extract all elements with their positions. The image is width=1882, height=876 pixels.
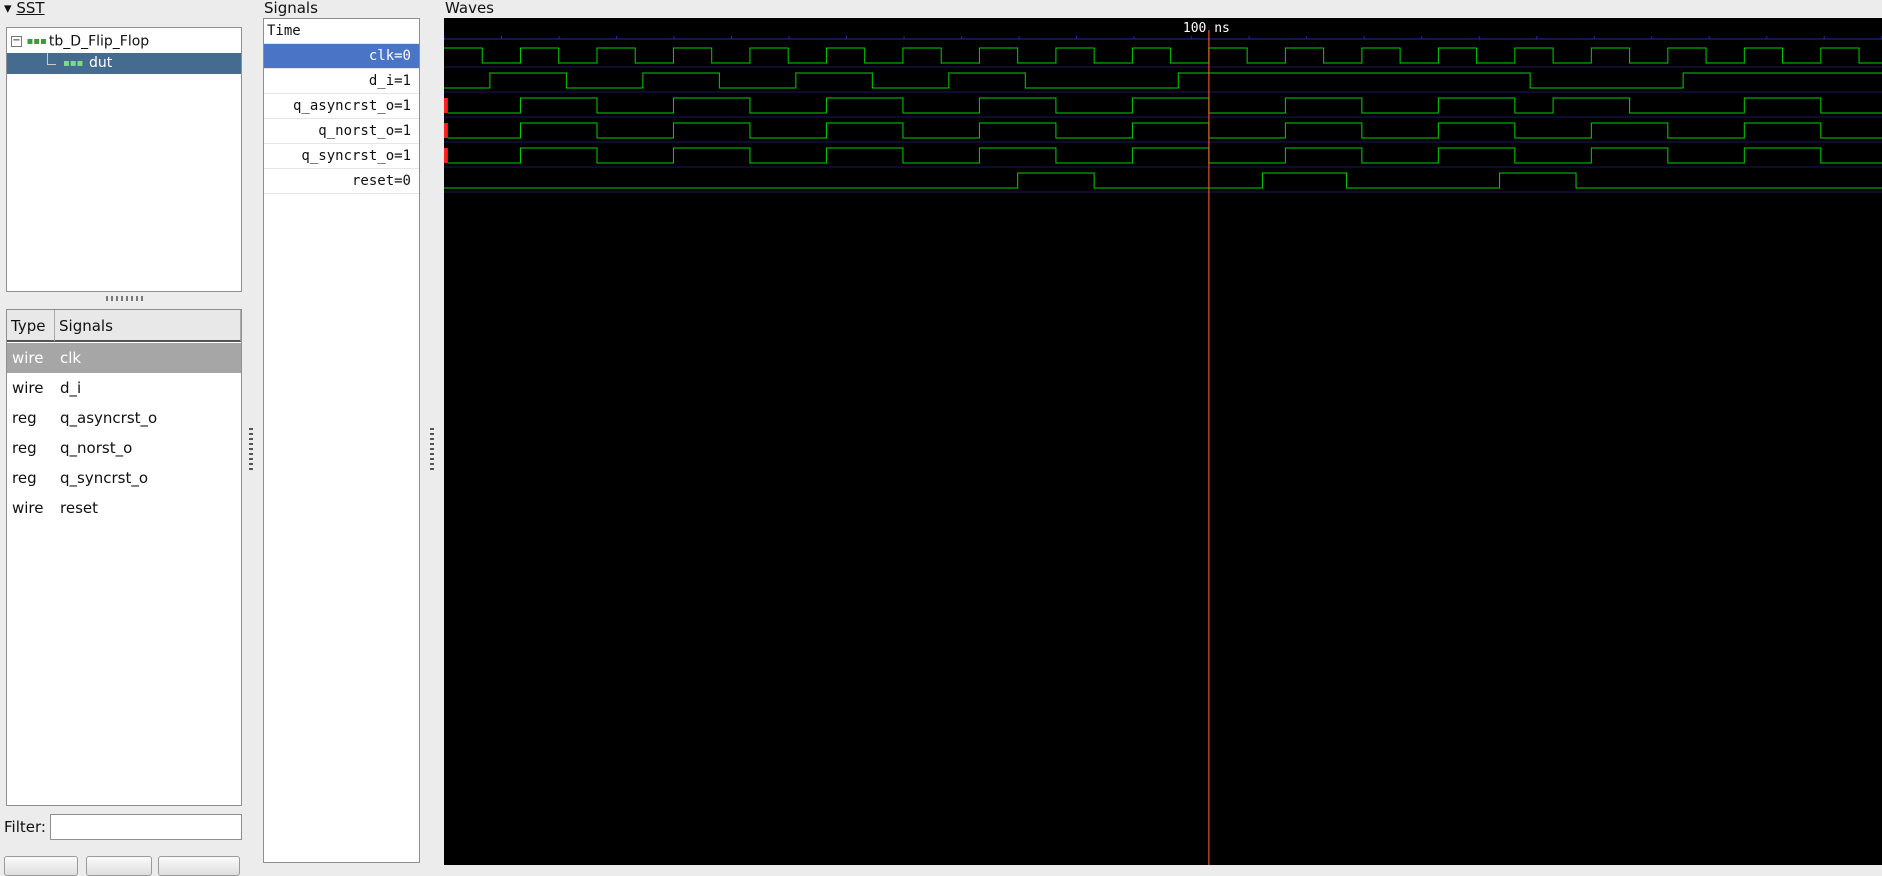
replace-button[interactable] [158, 856, 240, 876]
signal-value-label: d_i=1 [368, 73, 411, 89]
module-icon: ▪▪▪ [26, 36, 47, 47]
sst-title-label: SST [16, 0, 45, 17]
row-type: wire [12, 499, 44, 517]
table-row[interactable]: reg q_syncrst_o [7, 463, 241, 493]
tree-branch-line [47, 53, 56, 65]
waveform-trace-d_i[interactable] [444, 72, 1882, 89]
module-icon: ▪▪▪ [63, 58, 84, 69]
waveform-trace-q_asyncrst_o[interactable] [447, 97, 1882, 114]
waveform-svg: 100 ns [444, 21, 1882, 865]
row-type: wire [12, 379, 44, 397]
column-header-signals[interactable]: Signals [55, 310, 241, 342]
table-row[interactable]: reg q_asyncrst_o [7, 403, 241, 433]
column-header-type[interactable]: Type [7, 310, 55, 342]
signal-row[interactable]: clk=0 [264, 44, 419, 69]
row-signal: reset [60, 499, 98, 517]
row-type: reg [12, 469, 37, 487]
signal-row[interactable]: q_asyncrst_o=1 [264, 94, 419, 119]
pane-splitter-grip[interactable] [249, 428, 253, 472]
waveform-canvas[interactable]: 100 ns [444, 18, 1882, 865]
row-type: reg [12, 439, 37, 457]
table-row[interactable]: reg q_norst_o [7, 433, 241, 463]
tree-node-top[interactable]: − ▪▪▪ tb_D_Flip_Flop [11, 31, 149, 52]
append-button[interactable] [4, 856, 78, 876]
hierarchy-tree[interactable]: − ▪▪▪ tb_D_Flip_Flop ▪▪▪ dut [6, 27, 242, 292]
marker-time-label: 100 ns [1183, 21, 1230, 36]
signal-row[interactable]: q_norst_o=1 [264, 119, 419, 144]
waveform-trace-clk[interactable] [444, 47, 1882, 64]
pane-splitter-grip[interactable] [430, 428, 434, 472]
row-signal: q_syncrst_o [60, 469, 149, 487]
table-row[interactable]: wire d_i [7, 373, 241, 403]
signal-type-table[interactable]: Type Signals wire clk wire d_i reg q_asy… [6, 309, 242, 806]
row-signal: q_asyncrst_o [60, 409, 158, 427]
signal-row[interactable]: d_i=1 [264, 69, 419, 94]
sst-title[interactable]: ▾ SST [2, 0, 47, 17]
signal-value-label: q_norst_o=1 [318, 123, 411, 139]
expand-toggle-icon[interactable]: − [11, 36, 22, 47]
signal-value-label: reset=0 [351, 173, 411, 189]
tree-node-label: tb_D_Flip_Flop [48, 33, 150, 50]
row-type: wire [12, 349, 44, 367]
table-row[interactable]: wire reset [7, 493, 241, 523]
filter-input[interactable] [50, 814, 242, 840]
insert-button[interactable] [86, 856, 152, 876]
row-signal: q_norst_o [60, 439, 133, 457]
row-type: reg [12, 409, 37, 427]
row-signal: d_i [60, 379, 82, 397]
signals-list[interactable]: Time clk=0 d_i=1 q_asyncrst_o=1 q_norst_… [263, 18, 420, 863]
signal-value-label: q_syncrst_o=1 [301, 148, 411, 164]
time-header-row: Time [264, 19, 419, 44]
waveform-trace-q_syncrst_o[interactable] [447, 147, 1882, 164]
tree-node-label: dut [89, 55, 113, 71]
waves-pane-title: Waves [443, 0, 496, 17]
waveform-trace-reset[interactable] [444, 172, 1882, 189]
signals-pane-title: Signals [262, 0, 320, 17]
table-row[interactable]: wire clk [7, 343, 241, 373]
signal-value-label: clk=0 [368, 48, 411, 64]
splitter-handle[interactable] [106, 296, 146, 301]
unknown-value-mark [444, 123, 448, 138]
time-header: Time [267, 23, 301, 39]
row-signal: clk [60, 349, 82, 367]
signal-row[interactable]: q_syncrst_o=1 [264, 144, 419, 169]
signal-value-label: q_asyncrst_o=1 [292, 98, 411, 114]
filter-label: Filter: [4, 818, 46, 836]
tree-node-dut[interactable]: ▪▪▪ dut [7, 53, 241, 74]
unknown-value-mark [444, 98, 448, 113]
waveform-trace-q_norst_o[interactable] [447, 122, 1882, 139]
collapse-arrow-icon[interactable]: ▾ [4, 0, 12, 17]
unknown-value-mark [444, 148, 448, 163]
signal-row[interactable]: reset=0 [264, 169, 419, 194]
